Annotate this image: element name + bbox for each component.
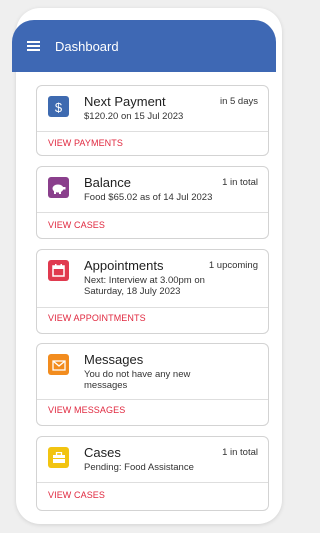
dollar-icon: $: [48, 96, 69, 117]
card-meta: 1 in total: [222, 447, 258, 458]
cases-card: Cases 1 in total Pending: Food Assistanc…: [36, 436, 269, 511]
view-messages-link[interactable]: VIEW MESSAGES: [48, 405, 125, 415]
balance-card: Balance 1 in total Food $65.02 as of 14 …: [36, 166, 269, 239]
card-divider: [37, 212, 268, 213]
card-title: Appointments: [84, 258, 164, 273]
calendar-icon: [48, 260, 69, 281]
card-divider: [37, 482, 268, 483]
card-divider: [37, 399, 268, 400]
card-detail: You do not have any new messages: [84, 369, 191, 391]
envelope-icon: [48, 354, 69, 375]
view-cases-link[interactable]: VIEW CASES: [48, 220, 105, 230]
card-divider: [37, 307, 268, 308]
briefcase-icon: [48, 447, 69, 468]
card-title: Messages: [84, 352, 144, 367]
card-detail: Pending: Food Assistance: [84, 462, 194, 473]
card-meta: 1 upcoming: [208, 260, 258, 271]
card-meta: in 5 days: [219, 96, 258, 107]
view-payments-link[interactable]: VIEW PAYMENTS: [48, 138, 123, 148]
card-detail: Next: Interview at 3.00pm on Saturday, 1…: [84, 275, 205, 297]
svg-text:$: $: [55, 100, 63, 114]
card-title: Next Payment: [84, 94, 166, 109]
card-title: Balance: [84, 175, 131, 190]
card-divider: [37, 131, 268, 132]
card-title: Cases: [84, 445, 121, 460]
card-detail: Food $65.02 as of 14 Jul 2023: [84, 192, 213, 203]
view-cases-link[interactable]: VIEW CASES: [48, 490, 105, 500]
card-meta: 1 in total: [222, 177, 258, 188]
app-bar: Dashboard: [12, 20, 276, 72]
appointments-card: Appointments 1 upcoming Next: Interview …: [36, 249, 269, 334]
next-payment-card: $ Next Payment in 5 days $120.20 on 15 J…: [36, 85, 269, 156]
page-title: Dashboard: [55, 38, 119, 54]
messages-card: Messages You do not have any new message…: [36, 343, 269, 426]
hamburger-menu-icon[interactable]: [27, 41, 40, 51]
view-appointments-link[interactable]: VIEW APPOINTMENTS: [48, 313, 146, 323]
card-detail: $120.20 on 15 Jul 2023: [84, 111, 184, 122]
piggy-bank-icon: [48, 177, 69, 198]
